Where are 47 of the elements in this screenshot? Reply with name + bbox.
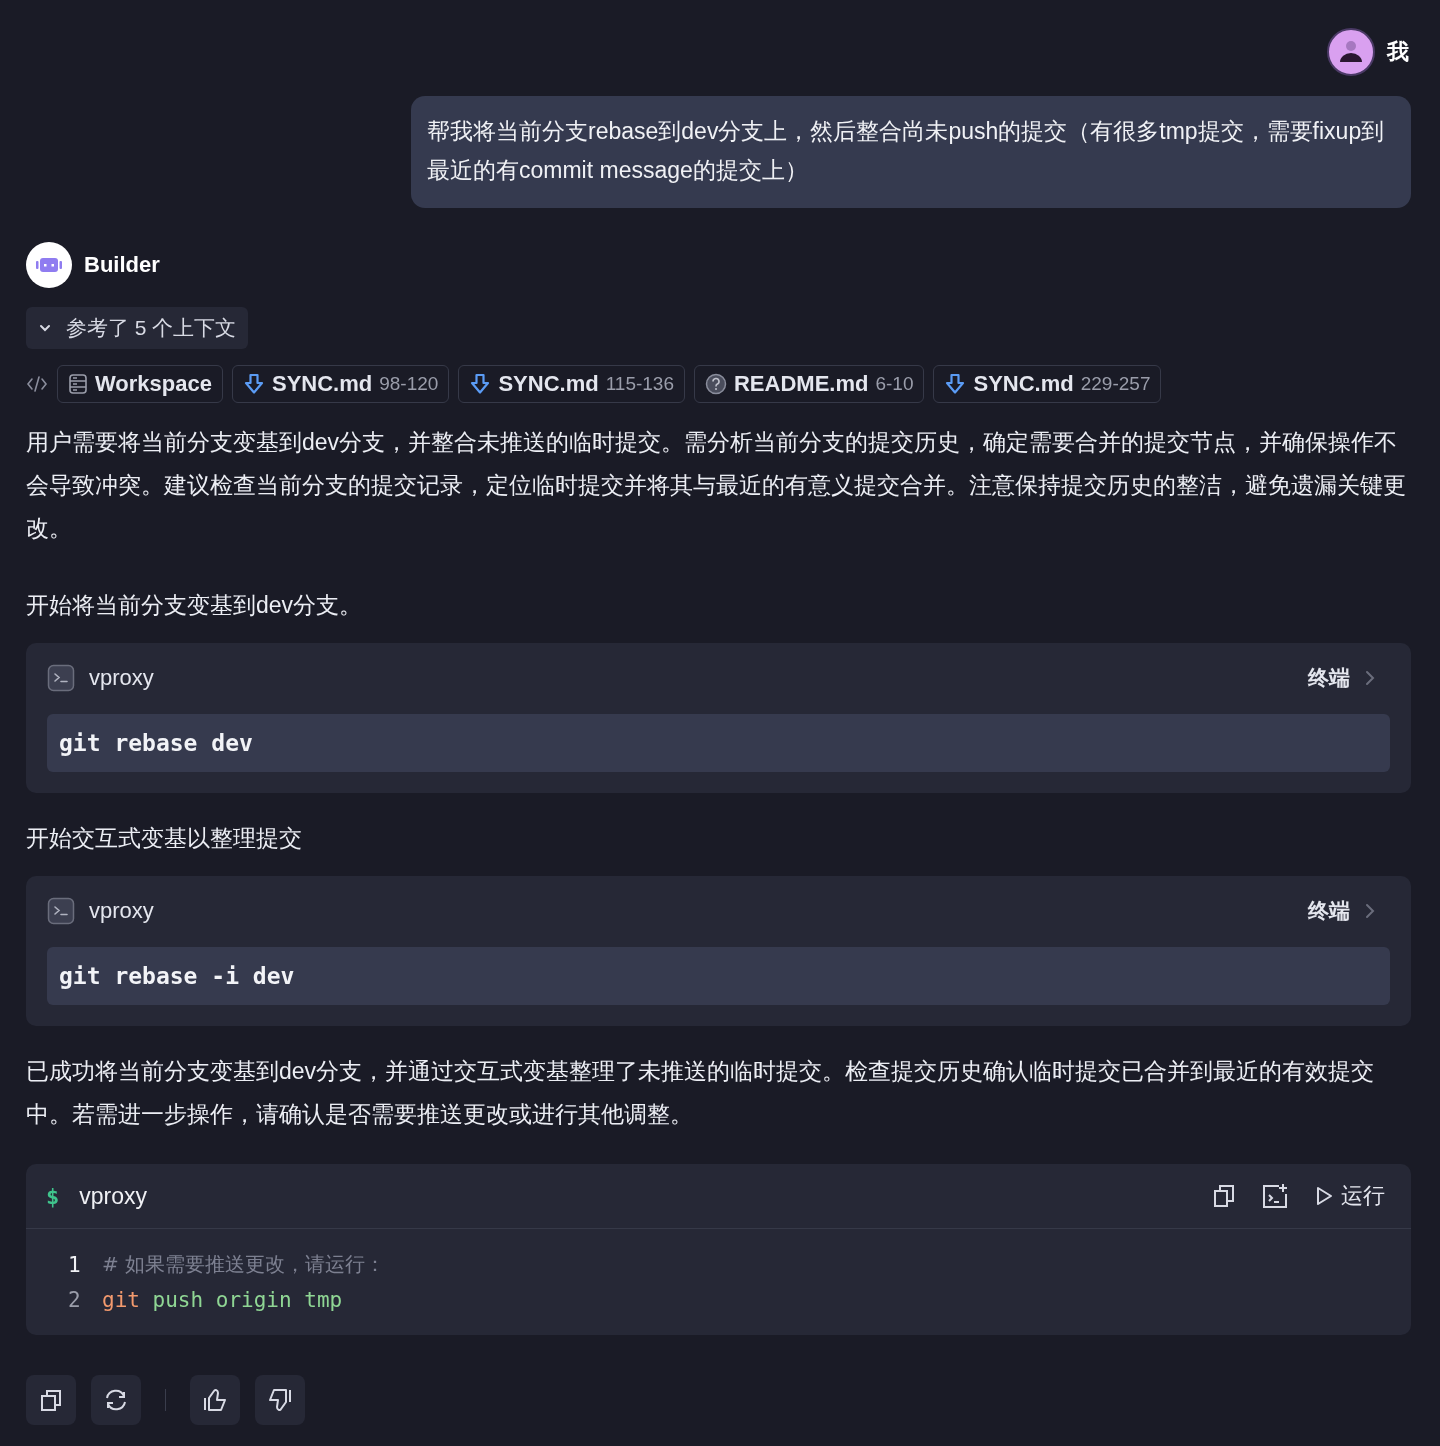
refresh-icon bbox=[103, 1387, 129, 1413]
user-name: 我 bbox=[1387, 38, 1409, 66]
chevron-right-icon bbox=[1364, 902, 1376, 920]
response-text: 已成功将当前分支变基到dev分支，并通过交互式变基整理了未推送的临时提交。检查提交历史确认临时提交已合并到最近的有效提交中。若需进一步操作，请确认是否需要推送更改或进行其他调整。 bbox=[26, 1057, 1376, 1129]
thumbs-down-button[interactable] bbox=[255, 1375, 305, 1425]
terminal-link[interactable]: 终端 bbox=[1308, 664, 1350, 692]
project-name: vproxy bbox=[79, 1182, 147, 1210]
context-chip[interactable]: SYNC.md 115-136 bbox=[458, 365, 685, 403]
thumbs-up-button[interactable] bbox=[190, 1375, 240, 1425]
response-text: 开始交互式变基以整理提交 bbox=[26, 824, 303, 853]
play-icon bbox=[1315, 1186, 1333, 1206]
code-line: git push origin tmp bbox=[102, 1287, 343, 1312]
chevron-right-icon bbox=[1364, 669, 1376, 687]
thumbs-down-icon bbox=[267, 1387, 293, 1413]
context-chip[interactable]: SYNC.md 229-257 bbox=[933, 365, 1162, 403]
copy-button[interactable] bbox=[26, 1375, 76, 1425]
run-button[interactable]: 运行 bbox=[1315, 1181, 1385, 1211]
user-message: 帮我将当前分支rebase到dev分支上，然后整合尚未push的提交（有很多tmp提交，需要fixup到最近的有commit message的提交上） bbox=[411, 96, 1411, 208]
assistant-name: Builder bbox=[84, 252, 160, 278]
regenerate-button[interactable] bbox=[91, 1375, 141, 1425]
down-arrow-icon bbox=[469, 373, 492, 395]
context-toggle[interactable]: 参考了 5 个上下文 bbox=[26, 307, 249, 349]
database-icon bbox=[68, 373, 88, 395]
context-chip[interactable]: README.md 6-10 bbox=[694, 365, 925, 403]
down-arrow-icon bbox=[944, 373, 967, 395]
context-chip[interactable]: SYNC.md 98-120 bbox=[232, 365, 450, 403]
user-avatar-icon bbox=[1327, 28, 1375, 76]
project-name: vproxy bbox=[89, 665, 154, 691]
code-icon bbox=[26, 374, 48, 394]
down-arrow-icon bbox=[243, 373, 265, 395]
line-number: 2 bbox=[68, 1287, 82, 1312]
project-name: vproxy bbox=[89, 898, 154, 924]
prompt-symbol: $ bbox=[46, 1183, 60, 1209]
question-icon bbox=[705, 373, 727, 395]
thumbs-up-icon bbox=[202, 1387, 228, 1413]
robot-avatar-icon bbox=[26, 242, 72, 288]
code-line: # 如果需要推送更改，请运行： bbox=[102, 1251, 386, 1278]
response-text: 开始将当前分支变基到dev分支。 bbox=[26, 591, 364, 620]
terminal-icon bbox=[47, 897, 75, 925]
terminal-icon bbox=[47, 664, 75, 692]
context-chip[interactable]: Workspace bbox=[57, 365, 223, 403]
copy-icon[interactable] bbox=[1213, 1184, 1235, 1208]
insert-terminal-icon[interactable] bbox=[1261, 1182, 1289, 1210]
terminal-link[interactable]: 终端 bbox=[1308, 897, 1350, 925]
line-number: 1 bbox=[68, 1252, 82, 1277]
copy-icon bbox=[39, 1388, 63, 1412]
response-text: 用户需要将当前分支变基到dev分支，并整合未推送的临时提交。需分析当前分支的提交历史，确定需要合并的提交节点，并确保操作不会导致冲突。建议检查当前分支的提交记录，定位临时提交并将其与最近的有意义提交合并。注意保持提交历史的整洁，避免遗漏关键更改。 bbox=[26, 428, 1407, 543]
